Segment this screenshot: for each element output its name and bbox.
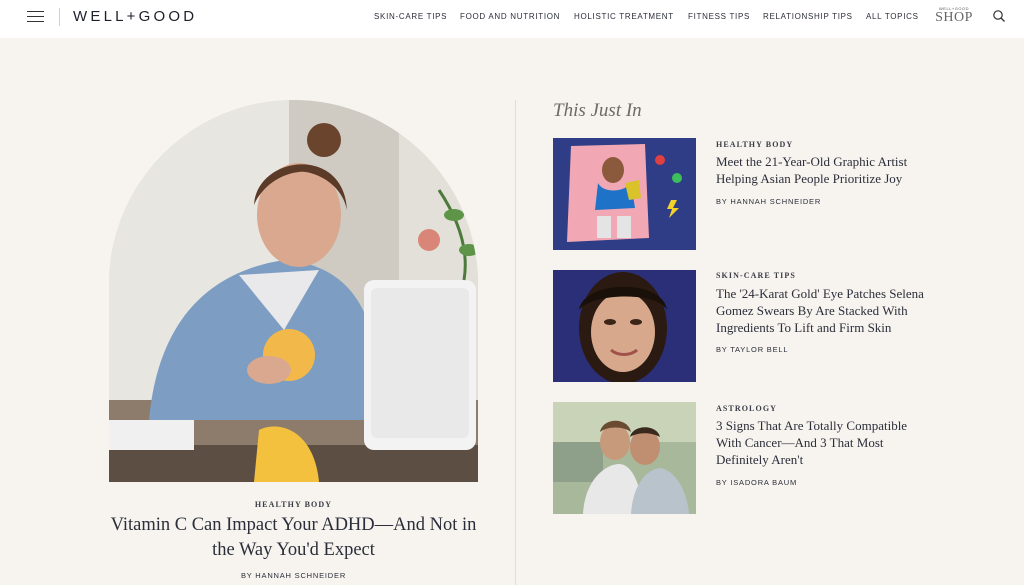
nav-item-food-and-nutrition[interactable]: FOOD AND NUTRITION [460, 12, 560, 21]
column-divider [515, 100, 516, 585]
shop-link[interactable]: WELL+GOOD SHOP [934, 6, 974, 26]
card-title[interactable]: The '24-Karat Gold' Eye Patches Selena G… [716, 285, 931, 336]
nav-item-fitness-tips[interactable]: FITNESS TIPS [688, 12, 750, 21]
card-byline[interactable]: BY HANNAH SCHNEIDER [716, 197, 821, 206]
card-category[interactable]: SKIN-CARE TIPS [716, 271, 796, 280]
nav-item-relationship-tips[interactable]: RELATIONSHIP TIPS [763, 12, 853, 21]
shop-label: SHOP [935, 10, 973, 25]
search-icon[interactable] [992, 9, 1006, 23]
card-category[interactable]: ASTROLOGY [716, 404, 777, 413]
section-title: This Just In [553, 100, 642, 121]
nav-item-holistic-treatment[interactable]: HOLISTIC TREATMENT [574, 12, 674, 21]
card-title[interactable]: Meet the 21-Year-Old Graphic Artist Help… [716, 153, 931, 187]
card-thumbnail[interactable] [553, 402, 696, 514]
nav-item-skin-care-tips[interactable]: SKIN-CARE TIPS [374, 12, 447, 21]
hero-byline[interactable]: BY HANNAH SCHNEIDER [109, 571, 478, 580]
site-header: WELL+GOOD SKIN-CARE TIPS FOOD AND NUTRIT… [0, 0, 1024, 38]
card-thumbnail[interactable] [553, 138, 696, 250]
card-byline[interactable]: BY ISADORA BAUM [716, 478, 797, 487]
hero-category[interactable]: HEALTHY BODY [109, 500, 478, 509]
card-category[interactable]: HEALTHY BODY [716, 140, 793, 149]
nav-item-all-topics[interactable]: ALL TOPICS [866, 12, 919, 21]
card-title[interactable]: 3 Signs That Are Totally Compatible With… [716, 417, 931, 468]
top-nav: SKIN-CARE TIPS FOOD AND NUTRITION HOLIST… [0, 12, 1024, 24]
card-thumbnail[interactable] [553, 270, 696, 382]
hero-title[interactable]: Vitamin C Can Impact Your ADHD—And Not i… [109, 513, 478, 563]
card-byline[interactable]: BY TAYLOR BELL [716, 345, 788, 354]
hero-image[interactable] [109, 100, 478, 482]
